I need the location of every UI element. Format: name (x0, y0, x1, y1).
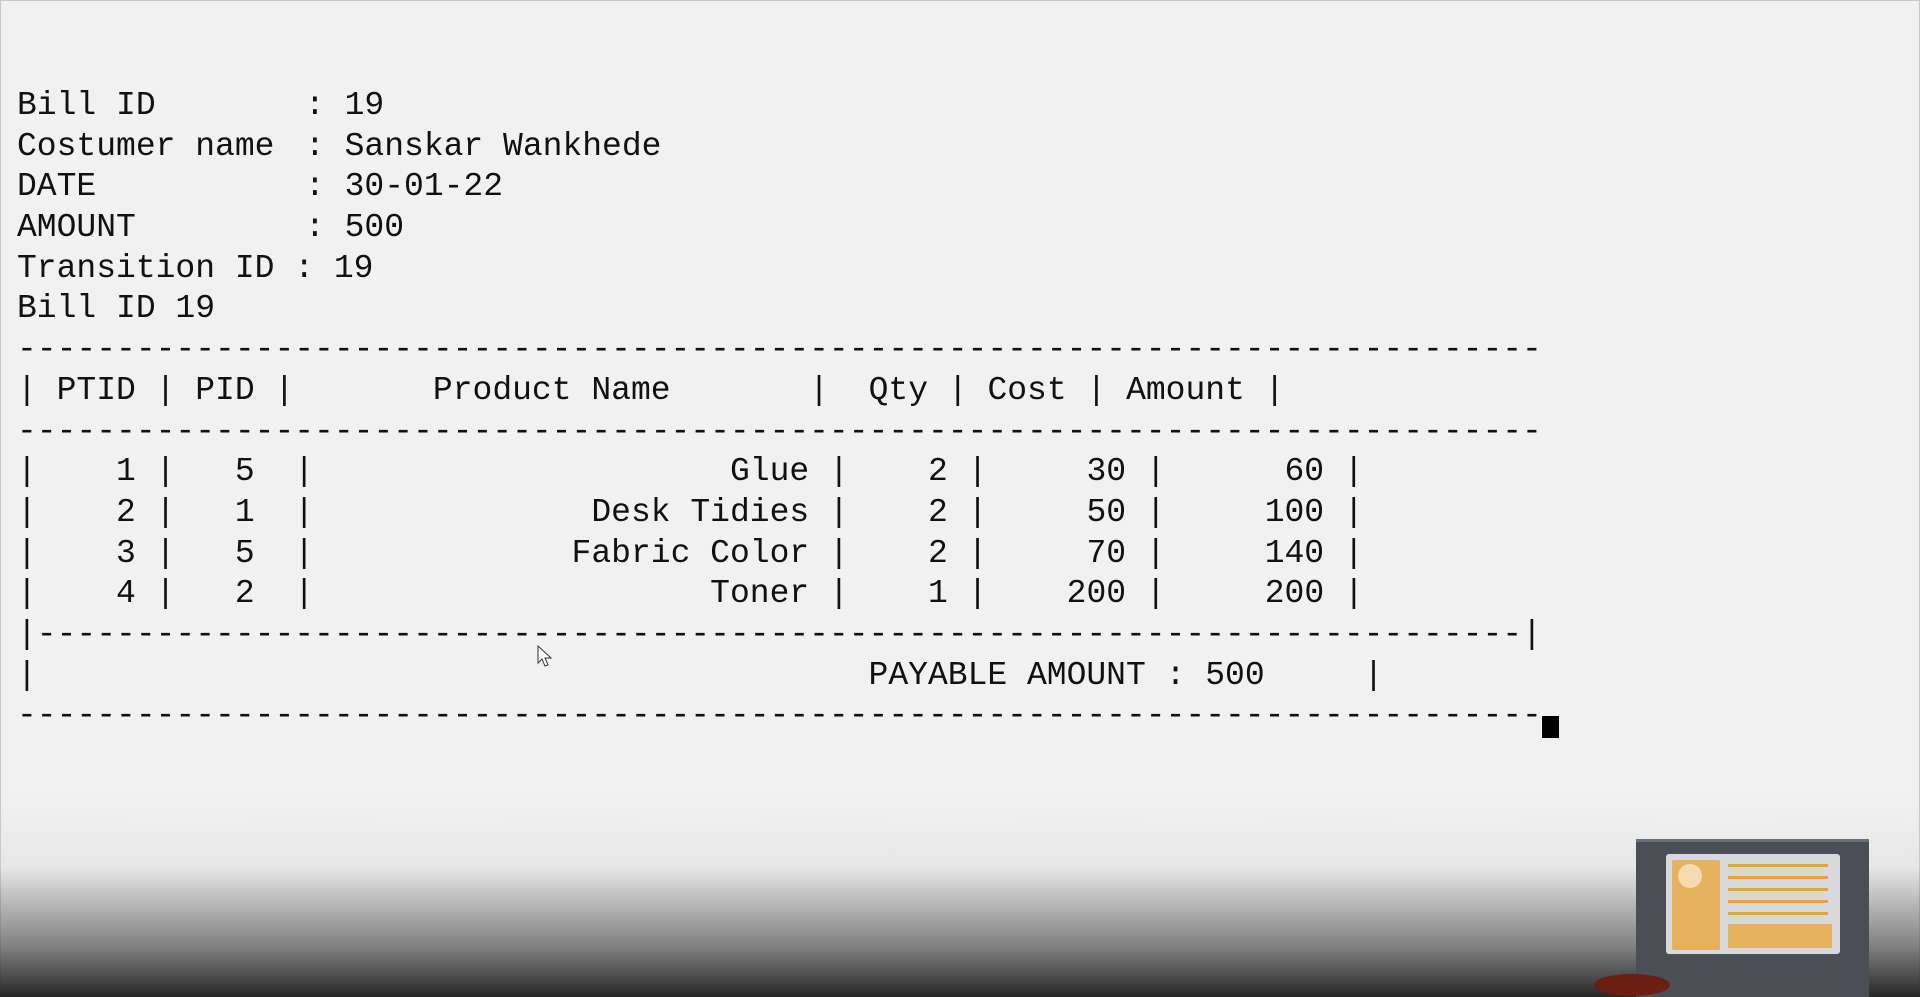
amount-value: 500 (344, 209, 405, 247)
table-row: | 4 | 2 | Toner | 1 | 200 | 200 | (17, 575, 1364, 613)
row-ptid: 3 (116, 534, 136, 572)
table-top-border: ----------------------------------------… (17, 331, 1542, 369)
row-ptid: 4 (116, 575, 136, 613)
thumbnail-decoration (1594, 974, 1670, 996)
row-product: Fabric Color (571, 534, 810, 572)
row-cost: 70 (1086, 534, 1127, 572)
row-product: Toner (710, 575, 810, 613)
row-qty: 1 (928, 575, 948, 613)
row-pid: 5 (234, 453, 255, 491)
row-pid: 5 (234, 534, 255, 572)
row-qty: 2 (928, 493, 948, 531)
video-thumbnail[interactable] (1594, 839, 1869, 997)
bill-id-line: Bill ID: 19 (17, 86, 1559, 127)
table-header-border: ----------------------------------------… (17, 412, 1542, 450)
profile-card-icon (1666, 854, 1840, 954)
row-cost: 200 (1066, 575, 1127, 613)
payable-label: PAYABLE AMOUNT (868, 656, 1146, 694)
transition-id-line: Transition ID : 19 (17, 249, 374, 287)
col-pid-header: PID (195, 371, 255, 409)
avatar-icon (1678, 864, 1702, 888)
amount-line: AMOUNT: 500 (17, 208, 1559, 249)
row-amount: 140 (1264, 534, 1325, 572)
bill-id-label: Bill ID (17, 87, 156, 124)
row-cost: 30 (1086, 453, 1127, 491)
col-qty-header: Qty (868, 371, 929, 409)
date-label: DATE (17, 168, 97, 206)
amount-label: AMOUNT (17, 209, 136, 247)
customer-line: Costumer name: Sanskar Wankhede (17, 127, 1559, 168)
table-footer-divider: |---------------------------------------… (17, 615, 1542, 653)
row-product: Glue (729, 453, 810, 491)
table-row: | 3 | 5 | Fabric Color | 2 | 70 | 140 | (17, 534, 1364, 572)
col-amount-header: Amount (1126, 371, 1245, 409)
date-value: 30-01-22 (344, 168, 504, 206)
mouse-pointer-icon (537, 645, 553, 667)
row-pid: 2 (234, 575, 255, 613)
row-cost: 50 (1086, 493, 1127, 531)
table-header-row: | PTID | PID | Product Name | Qty | Cost… (17, 371, 1285, 409)
table-row: | 1 | 5 | Glue | 2 | 30 | 60 | (17, 453, 1364, 491)
console-output: Bill ID: 19 Costumer name: Sanskar Wankhe… (17, 86, 1559, 739)
bill-id-summary-line: Bill ID 19 (17, 290, 216, 328)
date-line: DATE: 30-01-22 (17, 167, 1559, 208)
customer-value: Sanskar Wankhede (344, 127, 662, 165)
row-pid: 1 (234, 493, 255, 531)
row-ptid: 1 (116, 453, 136, 491)
row-qty: 2 (928, 534, 948, 572)
table-row: | 2 | 1 | Desk Tidies | 2 | 50 | 100 | (17, 493, 1364, 531)
customer-label: Costumer name (17, 127, 275, 165)
row-product: Desk Tidies (591, 493, 810, 531)
text-cursor (1541, 716, 1559, 739)
table-bottom-border: ----------------------------------------… (17, 696, 1559, 739)
bill-id-value: 19 (344, 87, 385, 124)
col-ptid-header: PTID (56, 371, 136, 409)
row-ptid: 2 (116, 493, 136, 531)
row-amount: 60 (1284, 453, 1325, 491)
col-cost-header: Cost (987, 371, 1067, 409)
payable-row: | PAYABLE AMOUNT : 500 | (17, 656, 1384, 694)
col-product-header: Product Name (432, 371, 671, 409)
row-qty: 2 (928, 453, 948, 491)
row-amount: 100 (1264, 493, 1325, 531)
payable-value: 500 (1205, 656, 1265, 694)
row-amount: 200 (1264, 575, 1325, 613)
